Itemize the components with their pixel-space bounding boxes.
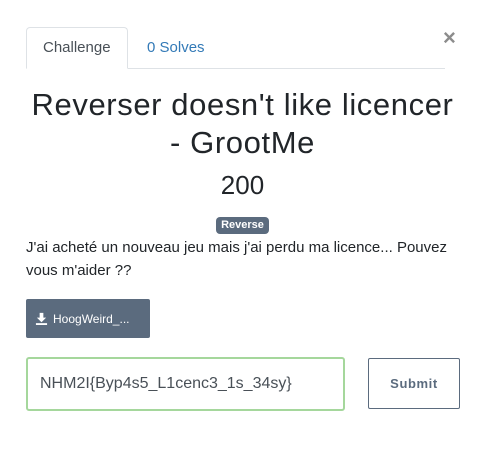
- category-badge-row: Reverse: [26, 215, 459, 234]
- challenge-title: Reverser doesn't like licencer - GrootMe: [31, 87, 454, 160]
- tab-solves[interactable]: 0 Solves: [130, 27, 222, 69]
- download-file-button[interactable]: HoogWeird_...: [26, 299, 150, 338]
- tab-challenge[interactable]: Challenge: [26, 27, 128, 69]
- category-badge: Reverse: [216, 217, 269, 234]
- flag-input[interactable]: [26, 357, 345, 411]
- file-name-label: HoogWeird_...: [53, 311, 130, 326]
- challenge-points: 200: [220, 170, 265, 200]
- close-icon[interactable]: ×: [443, 26, 456, 50]
- challenge-description: J'ai acheté un nouveau jeu mais j'ai per…: [26, 239, 447, 279]
- tab-bar: Challenge 0 Solves: [26, 27, 445, 69]
- submit-button[interactable]: Submit: [368, 358, 460, 409]
- download-icon: [35, 312, 48, 325]
